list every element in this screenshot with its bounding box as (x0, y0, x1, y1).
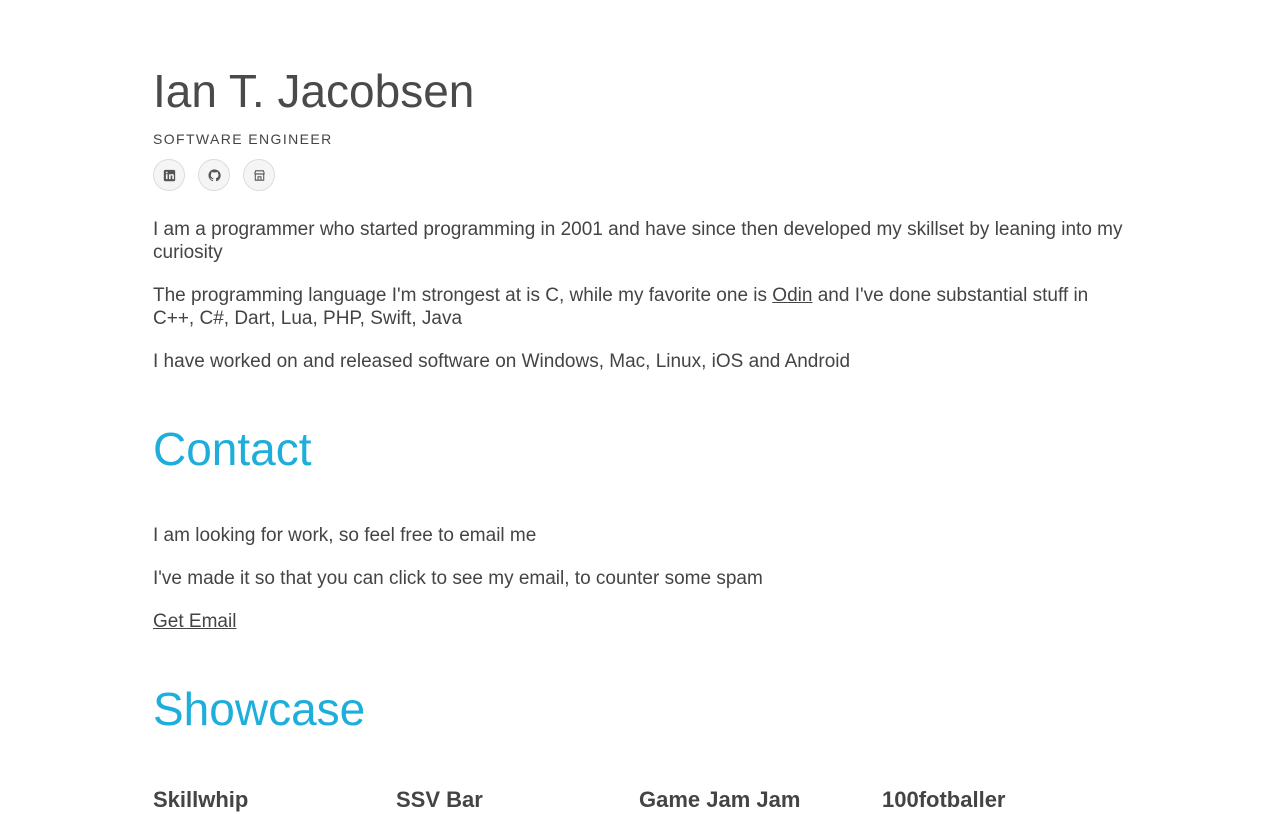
get-email-link[interactable]: Get Email (153, 611, 236, 632)
github-button[interactable] (198, 159, 230, 191)
odin-link[interactable]: Odin (772, 285, 812, 306)
languages-text-start: The programming language I'm strongest a… (153, 285, 773, 306)
store-icon (253, 169, 265, 181)
github-icon (207, 168, 221, 181)
intro-paragraph: I am a programmer who started programmin… (153, 219, 1123, 263)
contact-spam-note: I've made it so that you can click to se… (153, 568, 763, 589)
showcase-item-game-jam-jam[interactable]: Game Jam Jam (639, 786, 882, 814)
showcase-heading: Showcase (153, 683, 366, 735)
job-title: SOFTWARE ENGINEER (153, 131, 333, 147)
store-button[interactable] (243, 159, 275, 191)
showcase-grid: Skillwhip SSV Bar Game Jam Jam 100fotbal… (153, 786, 1128, 814)
showcase-item-ssv-bar[interactable]: SSV Bar (396, 786, 639, 814)
languages-paragraph: The programming language I'm strongest a… (153, 284, 1128, 330)
social-links (153, 159, 275, 191)
showcase-item-100fotballer[interactable]: 100fotballer (882, 786, 1125, 814)
contact-heading: Contact (153, 423, 312, 475)
linkedin-button[interactable] (153, 159, 185, 191)
contact-text: I am looking for work, so feel free to e… (153, 525, 537, 546)
platforms-paragraph: I have worked on and released software o… (153, 351, 851, 372)
contact-section: I am looking for work, so feel free to e… (153, 524, 1128, 653)
linkedin-icon (163, 169, 175, 181)
intro-section: I am a programmer who started programmin… (153, 218, 1128, 393)
page-title: Ian T. Jacobsen (153, 65, 475, 117)
showcase-item-skillwhip[interactable]: Skillwhip (153, 786, 396, 814)
get-email-row: Get Email (153, 610, 1128, 633)
